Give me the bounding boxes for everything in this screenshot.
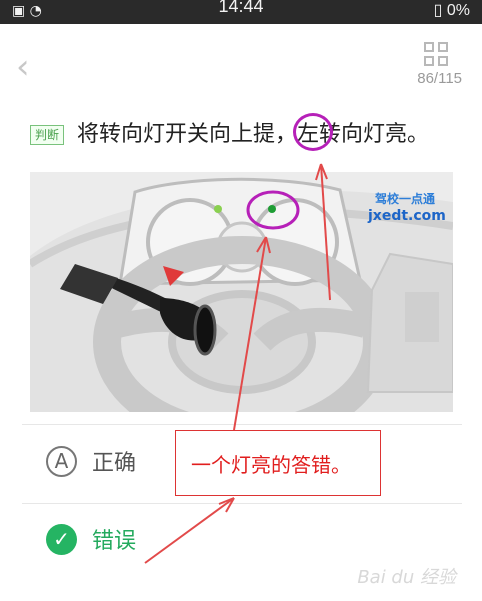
question-grid-icon[interactable] xyxy=(424,42,448,66)
divider xyxy=(22,503,462,504)
battery-status: ▯ 0% xyxy=(434,0,470,20)
grid-square-icon xyxy=(438,42,448,52)
grid-square-icon xyxy=(438,56,448,66)
dashboard-illustration: 驾校一点通 jxedt.com xyxy=(30,172,453,412)
top-bar: ‹ 86/115 xyxy=(0,24,482,100)
annotation-text: 一个灯亮的答错。 xyxy=(191,453,351,477)
watermark-text: Bai du 经验 xyxy=(357,567,456,588)
option-b-label: 错误 xyxy=(92,529,137,554)
question-text: 将转向灯开关向上提，左转向灯亮。 xyxy=(77,122,430,147)
back-icon[interactable]: ‹ xyxy=(16,50,30,84)
brand-line-2: jxedt.com xyxy=(367,208,446,224)
brand-line-1: 驾校一点通 xyxy=(374,191,435,206)
option-a-icon: A xyxy=(46,446,77,477)
question-block: 判断 将转向灯开关向上提，左转向灯亮。 xyxy=(30,118,470,158)
battery-percent: 0% xyxy=(446,2,470,19)
grid-square-icon xyxy=(424,56,434,66)
question-progress: 86/115 xyxy=(417,70,462,87)
question-type-tag: 判断 xyxy=(30,125,64,145)
question-image: 驾校一点通 jxedt.com xyxy=(30,172,453,412)
highlight-circle xyxy=(293,113,333,151)
status-time: 14:44 xyxy=(218,0,264,16)
status-bar: ▣ ◔ 14:44 ▯ 0% xyxy=(0,0,482,24)
option-a-label: 正确 xyxy=(92,451,137,476)
divider xyxy=(22,424,462,425)
check-icon: ✓ xyxy=(46,524,77,555)
grid-square-icon xyxy=(424,42,434,52)
annotation-box: 一个灯亮的答错。 xyxy=(175,430,381,496)
battery-icon: ▯ xyxy=(433,2,443,19)
